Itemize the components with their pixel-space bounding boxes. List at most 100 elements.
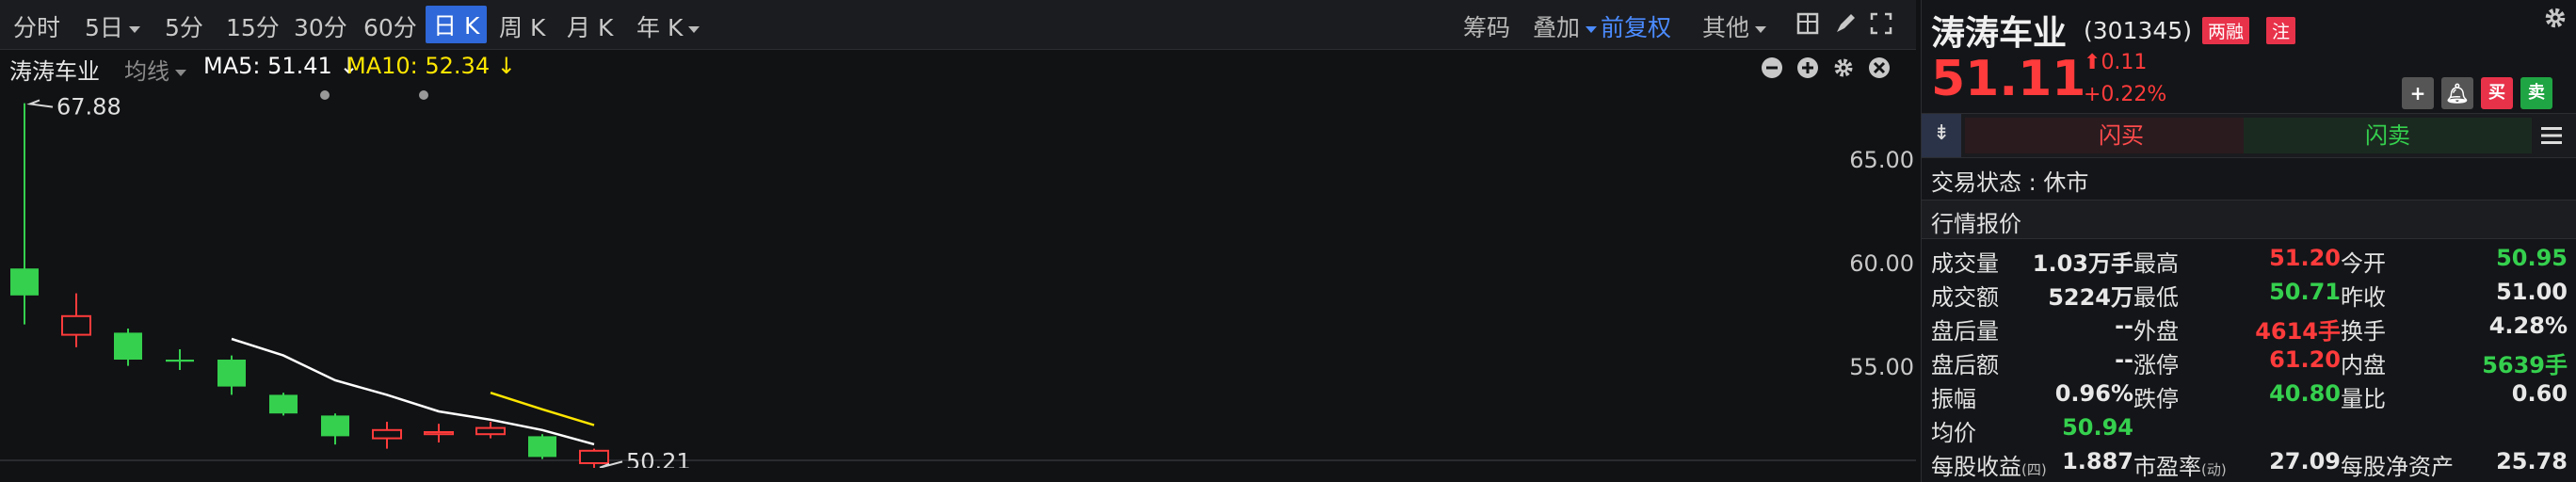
grid-layout-icon[interactable] — [1795, 11, 1820, 36]
adjust-dropdown[interactable]: 前复权 — [1601, 9, 1671, 43]
quote-label: 盘后额 — [1931, 346, 1999, 379]
buy-button[interactable]: 买 — [2481, 77, 2513, 109]
gear-icon[interactable] — [1832, 56, 1855, 79]
quote-label: 昨收 — [2341, 279, 2386, 312]
chevron-down-icon — [688, 25, 700, 33]
quote-label-text: 今开 — [2341, 250, 2386, 277]
double-chevron-down-icon: ⇟ — [1933, 121, 1951, 145]
quote-label-text: 内盘 — [2341, 352, 2386, 378]
fullscreen-icon[interactable] — [1869, 11, 1893, 36]
sell-button[interactable]: 卖 — [2520, 77, 2552, 109]
quote-label-text: 昨收 — [2341, 284, 2386, 311]
y-tick-label: 60.00 — [1849, 250, 1914, 277]
candle — [372, 422, 402, 449]
quote-label-text: 均价 — [1931, 420, 1976, 446]
quote-label-text: 每股收益 — [1931, 454, 2021, 480]
quote-value: 0.60 — [2511, 380, 2568, 407]
trade-status: 交易状态 : 休市 — [1931, 169, 2089, 196]
candle — [269, 393, 298, 416]
period-tab-5day[interactable]: 5日 — [85, 9, 140, 43]
quote-label-text: 外盘 — [2133, 318, 2179, 345]
quote-label-text: 市盈率 — [2133, 454, 2201, 480]
kline-chart[interactable]: 67.88 50.21 65.00 60.00 55.00 — [0, 87, 1916, 468]
period-toolbar: 分时 5日 5分 15分 30分 60分 日 K 周 K 月 K 年 K 筹码 … — [0, 0, 1916, 50]
candle — [61, 293, 91, 347]
candle-body — [321, 415, 349, 437]
quote-label-text: 成交额 — [1931, 284, 1999, 311]
other-dropdown[interactable]: 其他 — [1702, 9, 1767, 43]
period-tab-60min[interactable]: 60分 — [363, 9, 417, 43]
margin-badge: 两融 — [2202, 17, 2250, 44]
period-tab-daily[interactable]: 日 K — [426, 6, 488, 43]
chart-stock-name: 涛涛车业 — [9, 58, 100, 85]
period-tab-weekly[interactable]: 周 K — [499, 9, 545, 43]
candle-body — [10, 268, 39, 296]
quote-label: 市盈率(动) — [2133, 448, 2227, 481]
quote-value: -- — [2115, 346, 2133, 373]
quote-value: 25.78 — [2496, 448, 2568, 474]
other-label: 其他 — [1702, 14, 1750, 41]
indicator-label: 均线 — [124, 58, 169, 85]
close-icon[interactable] — [1868, 56, 1891, 79]
candle-body — [372, 428, 402, 440]
quote-label-text: 盘后额 — [1931, 352, 1999, 378]
quote-value: 5639手 — [2482, 352, 2568, 378]
quote-value: 27.09 — [2269, 448, 2341, 474]
chip-button[interactable]: 筹码 — [1463, 9, 1510, 43]
quote-label-text: 换手 — [2341, 318, 2386, 345]
period-tab-15min[interactable]: 15分 — [226, 9, 280, 43]
quote-title: 行情报价 — [1931, 211, 2021, 237]
period-tab-5min[interactable]: 5分 — [165, 9, 203, 43]
period-tab-timeshare[interactable]: 分时 — [13, 9, 60, 43]
candle — [528, 434, 556, 459]
candle-body — [475, 426, 506, 436]
zoom-out-icon[interactable] — [1761, 56, 1783, 79]
period-tab-monthly[interactable]: 月 K — [567, 9, 613, 43]
quote-label: 成交额 — [1931, 279, 1999, 312]
quote-row: 每股收益(四) 1.887 市盈率(动) 27.09 每股净资产 25.78 — [1922, 444, 2576, 481]
ma10-line — [490, 392, 595, 426]
period-tab-yearly[interactable]: 年 K — [636, 9, 700, 43]
pen-icon[interactable] — [1833, 11, 1858, 36]
quote-label-suffix: (动) — [2201, 461, 2227, 478]
period-tab-yearly-label: 年 K — [636, 14, 684, 41]
change-percent: +0.22% — [2084, 83, 2167, 106]
stock-code: (301345) — [2084, 17, 2192, 44]
period-tab-30min[interactable]: 30分 — [294, 9, 347, 43]
collapse-button[interactable]: ⇟ — [1922, 114, 1961, 157]
quote-label-text: 量比 — [2341, 386, 2386, 412]
quote-title-bar: 行情报价 — [1922, 200, 2576, 239]
flash-sell-button[interactable]: 闪卖 — [2244, 118, 2532, 153]
candle-body — [528, 436, 556, 458]
quote-row: 盘后量 -- 外盘 4614手 换手 4.28% — [1922, 309, 2576, 345]
flash-buy-button[interactable]: 闪买 — [1965, 118, 2278, 153]
quote-value: 4614手 — [2255, 318, 2341, 345]
bell-icon: 🔔︎ — [2445, 82, 2470, 104]
high-annotation: 67.88 — [56, 94, 121, 120]
quote-value: -- — [2115, 313, 2133, 339]
quote-row: 成交量 1.03万手 最高 51.20 今开 50.95 — [1922, 241, 2576, 277]
candle-body — [424, 431, 454, 436]
quote-label-text: 涨停 — [2133, 352, 2179, 378]
quote-row: 成交额 5224万 最低 50.71 昨收 51.00 — [1922, 275, 2576, 312]
candle — [10, 103, 39, 325]
zoom-in-icon[interactable] — [1796, 56, 1819, 79]
add-watchlist-button[interactable]: + — [2402, 77, 2434, 109]
candle — [321, 413, 349, 445]
quote-label-text: 跌停 — [2133, 386, 2179, 412]
quote-panel: 涛涛车业 (301345) 两融 注 51.11 ⬆0.11 +0.22% + … — [1921, 0, 2576, 482]
indicator-dropdown[interactable]: 均线 — [124, 53, 186, 86]
menu-icon[interactable] — [2539, 123, 2564, 148]
alert-bell-button[interactable]: 🔔︎ — [2441, 77, 2473, 109]
quote-label-suffix: (四) — [2021, 461, 2047, 478]
quote-value: 1.887 — [2062, 448, 2133, 474]
quote-row: 盘后额 -- 涨停 61.20 内盘 5639手 — [1922, 343, 2576, 379]
settings-gear-icon[interactable] — [2543, 6, 2568, 30]
overlay-dropdown[interactable]: 叠加 — [1533, 9, 1598, 43]
kline-svg: 67.88 50.21 — [0, 90, 1916, 468]
ma-marker-dot — [320, 90, 330, 100]
candle — [114, 329, 142, 366]
change-text: 0.11 — [2101, 51, 2148, 74]
quote-label: 跌停 — [2133, 380, 2179, 413]
quote-label-text: 成交量 — [1931, 250, 1999, 277]
